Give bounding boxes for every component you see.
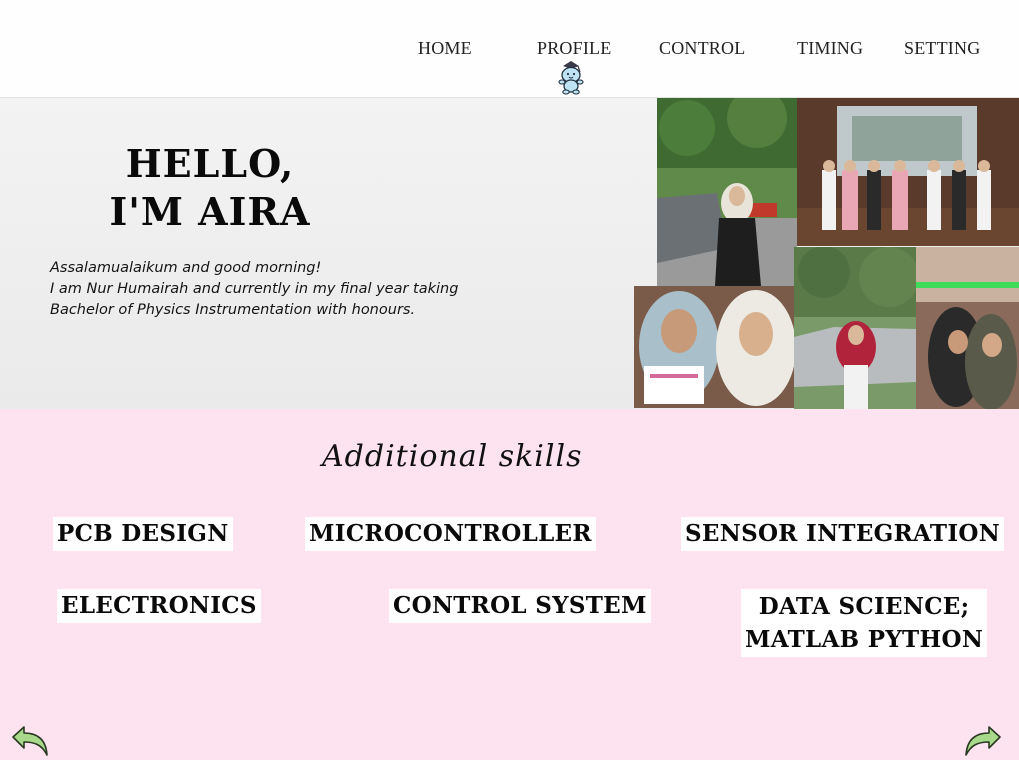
intro-line: Bachelor of Physics Instrumentation with…: [50, 302, 416, 318]
skill-microcontroller: MICROCONTROLLER: [305, 517, 596, 551]
arrow-back-icon[interactable]: [11, 725, 49, 757]
intro-line: Assalamualaikum and good morning!: [50, 260, 322, 276]
skills-section: Additional skills PCB DESIGN MICROCONTRO…: [0, 409, 1019, 760]
intro-line: I am Nur Humairah and currently in my fi…: [50, 281, 459, 297]
photo-event-group: [916, 247, 1019, 410]
mascot-icon: [558, 61, 584, 95]
nav-control[interactable]: CONTROL: [659, 38, 745, 59]
arrow-forward-icon[interactable]: [964, 725, 1002, 757]
skill-data-line2: MATLAB PYTHON: [745, 626, 984, 653]
skill-data-line1: DATA SCIENCE;: [758, 593, 970, 620]
nav-timing[interactable]: TIMING: [797, 38, 863, 59]
skill-pcb-design: PCB DESIGN: [53, 517, 233, 551]
nav-setting[interactable]: SETTING: [904, 38, 980, 59]
hero-intro: Assalamualaikum and good morning! I am N…: [50, 258, 520, 321]
hero-title-line1: HELLO,: [125, 141, 295, 186]
photo-award-ceremony: [797, 98, 1019, 246]
hero-title: HELLO, I'M AIRA: [70, 140, 350, 236]
photo-car-park: [794, 247, 916, 410]
photo-certificate-selfie: [634, 286, 794, 408]
nav-home[interactable]: HOME: [418, 38, 472, 59]
top-nav-bar: HOME PROFILE CONTROL TIMING SETTING: [0, 0, 1019, 98]
skill-sensor-integration: SENSOR INTEGRATION: [681, 517, 1005, 551]
nav-profile[interactable]: PROFILE: [537, 38, 611, 59]
skills-heading: Additional skills: [322, 439, 583, 474]
photo-outdoor-car: [657, 98, 797, 286]
skill-control-system: CONTROL SYSTEM: [389, 589, 651, 623]
hero-title-line2: I'M AIRA: [109, 189, 311, 234]
skill-electronics: ELECTRONICS: [57, 589, 261, 623]
skill-data-science: DATA SCIENCE; MATLAB PYTHON: [741, 589, 988, 657]
